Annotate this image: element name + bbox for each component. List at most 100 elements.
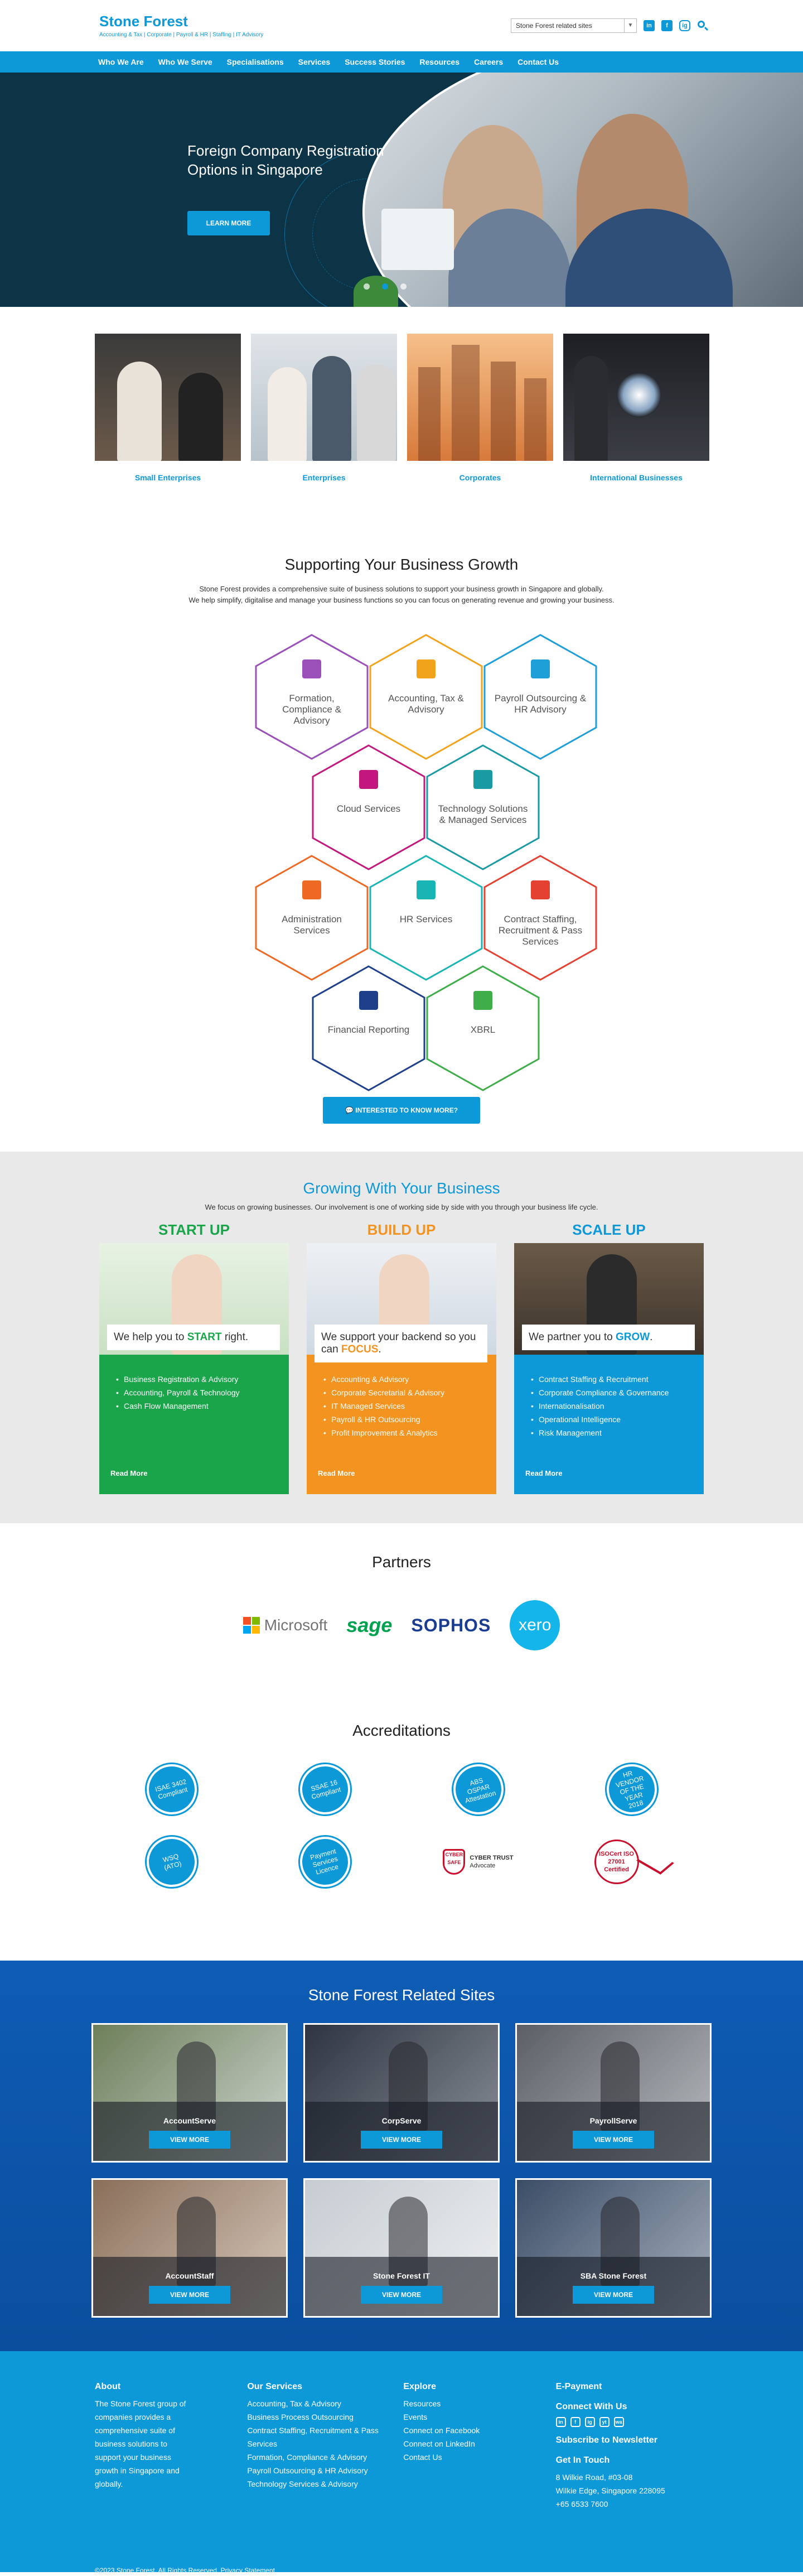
service-hex[interactable]: XBRL — [424, 964, 541, 1092]
footer-explore-link[interactable]: Connect on LinkedIn — [403, 2437, 555, 2450]
related-site-card[interactable]: SBA Stone Forest VIEW MORE — [515, 2178, 712, 2318]
slider-dot[interactable] — [364, 283, 370, 290]
card-list-item: Cash Flow Management — [116, 1399, 240, 1413]
read-more-link[interactable]: Read More — [318, 1469, 355, 1477]
caption-emphasis: GROW — [615, 1331, 650, 1343]
view-more-button[interactable]: VIEW MORE — [361, 2286, 442, 2304]
service-hex[interactable]: Financial Reporting — [310, 964, 427, 1092]
lifecycle-column: SCALE UP We partner you to GROW. Contract … — [514, 1221, 704, 1494]
segment-label[interactable]: Small Enterprises — [95, 473, 241, 482]
instagram-icon[interactable]: ig — [584, 2417, 595, 2427]
service-hex[interactable]: Formation, Compliance & Advisory — [253, 633, 370, 761]
nav-item-careers[interactable]: Careers — [474, 57, 503, 66]
sophos-logo[interactable]: SOPHOS — [411, 1615, 491, 1636]
nav-item-who-we-are[interactable]: Who We Are — [98, 57, 144, 66]
service-icon — [359, 991, 378, 1010]
instagram-icon[interactable]: ig — [679, 20, 690, 31]
card-list-item: Accounting, Payroll & Technology — [116, 1386, 240, 1399]
service-hex[interactable]: Accounting, Tax & Advisory — [367, 633, 485, 761]
footer-heading: Connect With Us — [555, 2402, 627, 2411]
logo-tagline: Accounting & Tax | Corporate | Payroll &… — [99, 31, 264, 38]
linkedin-icon[interactable]: in — [555, 2417, 566, 2427]
view-more-button[interactable]: VIEW MORE — [361, 2131, 442, 2149]
footer-service-link[interactable]: Contract Staffing, Recruitment & Pass Se… — [247, 2424, 403, 2450]
ssae-badge: SSAE 16 Compliant — [294, 1758, 356, 1821]
slider-dot[interactable] — [400, 283, 407, 290]
related-site-card[interactable]: PayrollServe VIEW MORE — [515, 2023, 712, 2163]
footer-phone[interactable]: +65 6533 7600 — [556, 2497, 708, 2511]
xero-logo[interactable]: xero — [510, 1600, 560, 1650]
nav-item-specialisations[interactable]: Specialisations — [227, 57, 284, 66]
epayment-link[interactable]: E-Payment — [556, 2380, 708, 2394]
service-hex[interactable]: Contract Staffing, Recruitment & Pass Se… — [482, 854, 599, 982]
related-site-card[interactable]: Stone Forest IT VIEW MORE — [303, 2178, 500, 2318]
interested-button[interactable]: 💬 INTERESTED TO KNOW MORE? — [323, 1097, 480, 1124]
sage-logo[interactable]: sage — [346, 1614, 392, 1637]
nav-item-who-we-serve[interactable]: Who We Serve — [158, 57, 212, 66]
nav-item-contact-us[interactable]: Contact Us — [517, 57, 559, 66]
lifecycle-card[interactable]: We partner you to GROW. Contract Staffing… — [514, 1243, 704, 1494]
cyber-safe-shield-icon: CYBER SAFE — [443, 1849, 466, 1875]
footer-explore-link[interactable]: Events — [403, 2410, 555, 2424]
segment-enterprises[interactable]: Enterprises — [251, 334, 397, 482]
view-more-button[interactable]: VIEW MORE — [149, 2131, 230, 2149]
learn-more-button[interactable]: LEARN MORE — [187, 211, 270, 235]
search-icon[interactable] — [697, 20, 709, 31]
view-more-button[interactable]: VIEW MORE — [573, 2286, 654, 2304]
footer-service-link[interactable]: Accounting, Tax & Advisory — [247, 2397, 403, 2410]
segment-label[interactable]: Corporates — [407, 473, 553, 482]
service-hex[interactable]: Technology Solutions & Managed Services — [424, 743, 541, 871]
card-list-item: Business Registration & Advisory — [116, 1373, 240, 1386]
service-hex[interactable]: Payroll Outsourcing & HR Advisory — [482, 633, 599, 761]
nav-item-resources[interactable]: Resources — [419, 57, 459, 66]
segment-corporates[interactable]: Corporates — [407, 334, 553, 482]
footer-explore-link[interactable]: Contact Us — [403, 2450, 555, 2464]
youtube-icon[interactable]: yt — [599, 2417, 609, 2427]
related-sites-value: Stone Forest related sites — [516, 22, 592, 30]
related-site-name: AccountStaff — [165, 2271, 214, 2280]
check-icon — [636, 1849, 674, 1875]
service-icon — [302, 659, 321, 678]
card-list-item: Corporate Secretarial & Advisory — [323, 1386, 444, 1399]
footer-service-link[interactable]: Formation, Compliance & Advisory — [247, 2450, 403, 2464]
read-more-link[interactable]: Read More — [525, 1469, 562, 1477]
whatsapp-icon[interactable]: wa — [613, 2417, 624, 2427]
segment-label[interactable]: International Businesses — [563, 473, 709, 482]
lifecycle-card[interactable]: We help you to START right. Business Regi… — [99, 1243, 289, 1494]
service-hex[interactable]: Cloud Services — [310, 743, 427, 871]
card-list-item: Contract Staffing & Recruitment — [531, 1373, 669, 1386]
nav-item-success-stories[interactable]: Success Stories — [345, 57, 405, 66]
view-more-button[interactable]: VIEW MORE — [573, 2131, 654, 2149]
footer-service-link[interactable]: Payroll Outsourcing & HR Advisory — [247, 2464, 403, 2477]
segment-international[interactable]: International Businesses — [563, 334, 709, 482]
slider-dot-active[interactable] — [382, 283, 388, 290]
related-site-card[interactable]: CorpServe VIEW MORE — [303, 2023, 500, 2163]
facebook-icon[interactable]: f — [661, 20, 673, 31]
segment-small-enterprises[interactable]: Small Enterprises — [95, 334, 241, 482]
segment-label[interactable]: Enterprises — [251, 473, 397, 482]
related-site-card[interactable]: AccountStaff VIEW MORE — [91, 2178, 288, 2318]
read-more-link[interactable]: Read More — [110, 1469, 147, 1477]
linkedin-icon[interactable]: in — [644, 20, 655, 31]
facebook-icon[interactable]: f — [570, 2417, 581, 2427]
footer-service-link[interactable]: Technology Services & Advisory — [247, 2477, 403, 2491]
footer-explore-link[interactable]: Connect on Facebook — [403, 2424, 555, 2437]
segment-image — [95, 334, 241, 461]
service-hex[interactable]: Administration Services — [253, 854, 370, 982]
section-title: Supporting Your Business Growth — [284, 556, 519, 573]
card-list-item: Profit Improvement & Analytics — [323, 1426, 444, 1439]
nav-item-services[interactable]: Services — [298, 57, 331, 66]
service-hex[interactable]: HR Services — [367, 854, 485, 982]
microsoft-logo[interactable]: Microsoft — [243, 1616, 327, 1634]
footer-service-link[interactable]: Business Process Outsourcing — [247, 2410, 403, 2424]
lifecycle-card[interactable]: We support your backend so you can FOCUS… — [307, 1243, 496, 1494]
payment-licence-badge: Payment Services Licence — [294, 1831, 356, 1893]
slider-dots — [364, 283, 407, 290]
related-sites-select[interactable]: Stone Forest related sites ▼ — [511, 18, 637, 33]
newsletter-link[interactable]: Subscribe to Newsletter — [556, 2434, 708, 2447]
footer-explore-link[interactable]: Resources — [403, 2397, 555, 2410]
logo[interactable]: Stone Forest Accounting & Tax | Corporat… — [99, 13, 263, 38]
footer-heading: Explore — [403, 2382, 437, 2391]
related-site-card[interactable]: AccountServe VIEW MORE — [91, 2023, 288, 2163]
view-more-button[interactable]: VIEW MORE — [149, 2286, 230, 2304]
